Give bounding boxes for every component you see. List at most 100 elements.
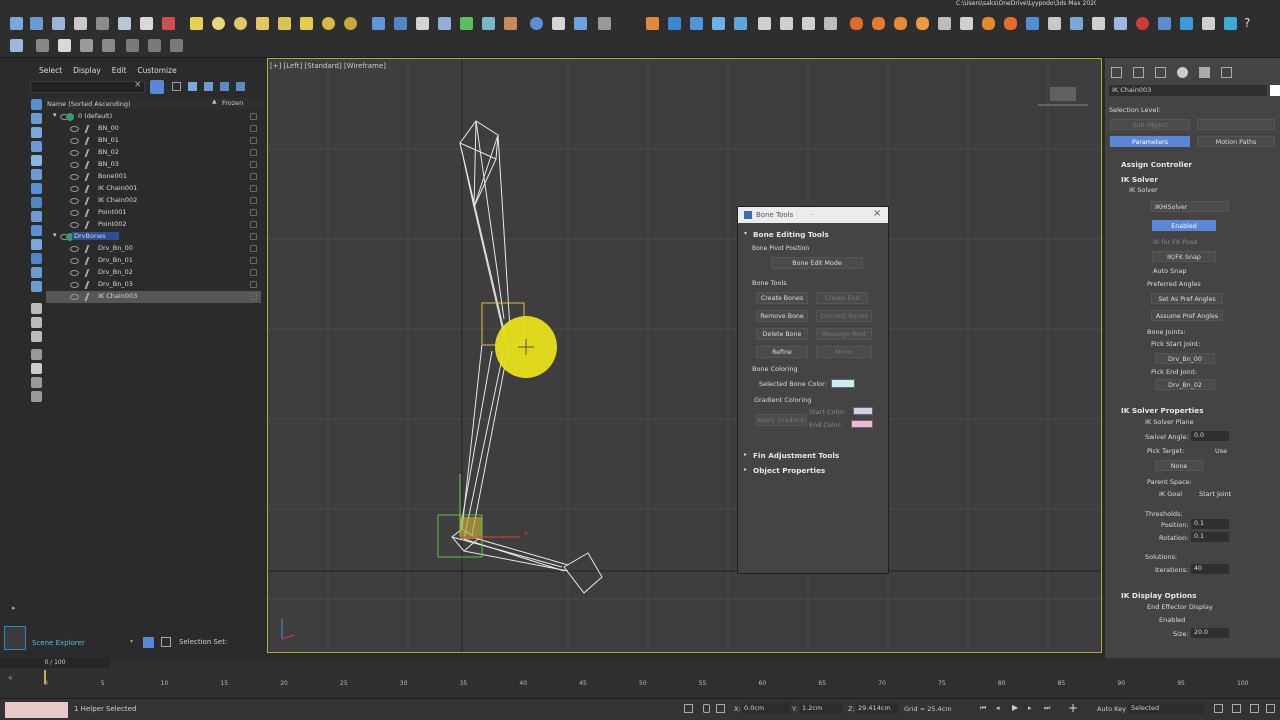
shape-icon[interactable] bbox=[438, 17, 451, 30]
box-icon[interactable] bbox=[190, 17, 203, 30]
enabled-button[interactable]: Enabled bbox=[1152, 220, 1216, 231]
tree-row[interactable]: IK Chain001 bbox=[46, 183, 261, 195]
menu-select[interactable]: Select bbox=[39, 66, 62, 75]
report-icon[interactable] bbox=[31, 331, 42, 342]
pan-icon[interactable] bbox=[1232, 704, 1241, 713]
particle-filter-icon[interactable] bbox=[31, 253, 42, 264]
object-properties-header[interactable]: Object Properties bbox=[753, 466, 825, 475]
wrench-icon[interactable] bbox=[938, 17, 951, 30]
tree-row[interactable]: Point002 bbox=[46, 219, 261, 231]
next-frame-icon[interactable]: ▸ bbox=[1028, 704, 1032, 712]
object-name-field[interactable]: IK Chain003 bbox=[1109, 85, 1267, 96]
frozen-filter-icon[interactable] bbox=[31, 267, 42, 278]
redo-icon[interactable] bbox=[30, 17, 43, 30]
iterations-spinner[interactable]: 40 bbox=[1191, 564, 1229, 574]
swivel-angle-spinner[interactable]: 0.0 bbox=[1191, 431, 1229, 441]
tree-row[interactable]: BN_01 bbox=[46, 135, 261, 147]
teapot-icon[interactable] bbox=[278, 17, 291, 30]
key-filter-dropdown[interactable]: Selected bbox=[1128, 703, 1204, 714]
sync-icon[interactable] bbox=[1180, 17, 1193, 30]
x-coordinate-field[interactable]: 0.0cm bbox=[742, 703, 790, 714]
link-icon[interactable] bbox=[52, 17, 65, 30]
frozen-toggle[interactable] bbox=[250, 149, 257, 156]
visibility-eye-icon[interactable] bbox=[70, 126, 79, 132]
set-key-icon[interactable]: + bbox=[1068, 701, 1078, 715]
tree-row[interactable]: Drv_Bn_01 bbox=[46, 255, 261, 267]
space-warp-icon[interactable] bbox=[504, 17, 517, 30]
tree-row[interactable]: BN_03 bbox=[46, 159, 261, 171]
menu-display[interactable]: Display bbox=[73, 66, 101, 75]
frozen-toggle[interactable] bbox=[250, 209, 257, 216]
page-icon[interactable] bbox=[31, 317, 42, 328]
sub-object-dropdown[interactable] bbox=[1197, 119, 1275, 130]
visibility-eye-icon[interactable] bbox=[70, 138, 79, 144]
particle-icon[interactable] bbox=[1026, 17, 1039, 30]
go-to-end-icon[interactable]: ⏭ bbox=[1044, 704, 1050, 713]
arrows-icon[interactable] bbox=[1202, 17, 1215, 30]
fire-icon[interactable] bbox=[1004, 17, 1017, 30]
fire-icon[interactable] bbox=[982, 17, 995, 30]
display-tab-icon[interactable] bbox=[1199, 67, 1210, 78]
auto-snap-checkbox[interactable]: Auto Snap bbox=[1153, 267, 1187, 275]
dropdown-arrow-icon[interactable]: ▾ bbox=[130, 638, 133, 645]
rotation-spinner[interactable]: 0.1 bbox=[1191, 532, 1229, 542]
shirt-icon[interactable] bbox=[58, 39, 71, 52]
hierarchy-tab-icon[interactable] bbox=[1155, 67, 1166, 78]
render-setup-icon[interactable] bbox=[574, 17, 587, 30]
create-bones-button[interactable]: Create Bones bbox=[756, 292, 808, 304]
visibility-eye-icon[interactable] bbox=[70, 294, 79, 300]
tree-row[interactable]: BN_00 bbox=[46, 123, 261, 135]
object-color-swatch[interactable] bbox=[1270, 85, 1280, 96]
helper-filter-icon[interactable] bbox=[31, 169, 42, 180]
layer-icon[interactable] bbox=[668, 17, 681, 30]
morph-icon[interactable] bbox=[102, 39, 115, 52]
unlink-icon[interactable] bbox=[74, 17, 87, 30]
ik-solver-header[interactable]: IK Solver bbox=[1121, 175, 1158, 184]
schematic-icon[interactable] bbox=[646, 17, 659, 30]
maxscript-listener[interactable] bbox=[5, 702, 68, 718]
bake-icon[interactable] bbox=[1158, 17, 1171, 30]
fire-icon[interactable] bbox=[872, 17, 885, 30]
reassign-root-button[interactable]: Reassign Root bbox=[816, 328, 872, 340]
tree-row[interactable]: Drv_Bn_02 bbox=[46, 267, 261, 279]
funnel-filled-icon[interactable] bbox=[31, 363, 42, 374]
stack-icon[interactable] bbox=[236, 82, 245, 91]
frozen-toggle[interactable] bbox=[250, 125, 257, 132]
doc-icon[interactable] bbox=[31, 303, 42, 314]
column-name-header[interactable]: Name (Sorted Ascending) bbox=[47, 100, 131, 108]
hierarchy-toggle-icon[interactable] bbox=[161, 637, 171, 647]
menu-edit[interactable]: Edit bbox=[112, 66, 127, 75]
solver-type-dropdown[interactable]: IKHISolver bbox=[1151, 201, 1229, 212]
visibility-eye-icon[interactable] bbox=[70, 270, 79, 276]
auto-key-button[interactable]: Auto Key bbox=[1097, 705, 1126, 713]
group-filter-icon[interactable] bbox=[31, 197, 42, 208]
ik-display-options-header[interactable]: IK Display Options bbox=[1121, 591, 1197, 600]
frozen-toggle[interactable] bbox=[250, 197, 257, 204]
cylinder-icon[interactable] bbox=[234, 17, 247, 30]
ik-goal-radio[interactable]: IK Goal bbox=[1159, 490, 1182, 498]
helper-icon[interactable] bbox=[416, 17, 429, 30]
set-pref-angles-button[interactable]: Set As Pref Angles bbox=[1151, 293, 1223, 304]
paste-icon[interactable] bbox=[148, 39, 161, 52]
start-color-swatch[interactable] bbox=[853, 407, 873, 415]
bones-icon[interactable] bbox=[372, 17, 385, 30]
scene-explorer-tab[interactable]: Scene Explorer bbox=[32, 639, 85, 647]
geosphere-icon[interactable] bbox=[322, 17, 335, 30]
start-joint-button[interactable]: Drv_Bn_00 bbox=[1155, 353, 1215, 364]
visibility-eye-icon[interactable] bbox=[70, 246, 79, 252]
layers-toggle-icon[interactable] bbox=[143, 637, 154, 648]
fin-adjustment-header[interactable]: Fin Adjustment Tools bbox=[753, 451, 839, 460]
y-coordinate-field[interactable]: 1.2cm bbox=[800, 703, 842, 714]
create-tab-icon[interactable] bbox=[1111, 67, 1122, 78]
tree-row[interactable]: IK Chain003 bbox=[46, 291, 261, 303]
absolute-mode-icon[interactable] bbox=[716, 704, 725, 713]
zoom-icon[interactable] bbox=[1214, 704, 1223, 713]
ikfk-snap-button[interactable]: IK/FK Snap bbox=[1152, 251, 1216, 262]
filter-toggle-icon[interactable] bbox=[150, 80, 164, 94]
frozen-toggle[interactable] bbox=[250, 293, 257, 300]
isolate-icon[interactable] bbox=[684, 704, 693, 713]
select-region-icon[interactable] bbox=[140, 17, 153, 30]
delete-bone-button[interactable]: Delete Bone bbox=[756, 328, 808, 340]
menu-customize[interactable]: Customize bbox=[137, 66, 176, 75]
assign-controller-header[interactable]: Assign Controller bbox=[1121, 160, 1192, 169]
